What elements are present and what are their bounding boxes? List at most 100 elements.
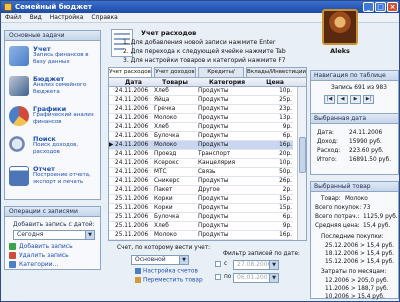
cell-product[interactable]: МТС [154,168,196,177]
task-report[interactable]: Отчет Построение отчета, экспорт и печат… [9,163,101,193]
table-row[interactable]: 24.11.2006 Яйца Продукты 25р. [109,96,293,105]
cell-product[interactable]: Молоко [154,231,196,240]
menu-view[interactable]: Вид [26,13,46,23]
cell-product[interactable]: Яйца [154,96,196,105]
cell-date[interactable]: 24.11.2006 [115,168,152,177]
cell-category[interactable]: Продукты [198,213,256,222]
table-row[interactable]: 24.11.2006 Хлеб Продукты 9р. [109,123,293,132]
task-search[interactable]: Поиск Поиск доходов, расходов [9,133,101,163]
cell-product[interactable]: Молоко [154,114,196,123]
first-record-icon[interactable]: |◀ [324,95,335,104]
cell-price[interactable]: 10р. [258,159,292,168]
table-row[interactable]: 24.11.2006 Гречка Продукты 23р. [109,105,293,114]
table-row[interactable]: 25.11.2006 Корки Продукты 15р. [109,204,293,213]
tab-deposits[interactable]: Вклады/Инвестиции [246,67,307,77]
cell-date[interactable]: 24.11.2006 [115,96,152,105]
cell-category[interactable]: Канцелярия [198,159,256,168]
cell-date[interactable]: 24.11.2006 [115,141,152,150]
filter-from-checkbox[interactable] [215,261,221,267]
cell-product[interactable]: Ксерокс [154,159,196,168]
cell-category[interactable]: Продукты [198,195,256,204]
menu-settings[interactable]: Настройка [46,13,88,23]
table-row[interactable]: 24.11.2006 Хлеб Продукты 10р. [109,87,293,96]
cell-price[interactable]: 10р. [258,87,292,96]
tab-income[interactable]: Учет доходов [154,67,196,77]
cell-product[interactable]: Проезд [154,150,196,159]
cell-date[interactable]: 25.11.2006 [115,213,152,222]
table-row[interactable]: ▶ 24.11.2006 Молоко Продукты 16р. [109,141,293,150]
cell-product[interactable]: Хлеб [154,222,196,231]
cell-date[interactable]: 25.11.2006 [115,204,152,213]
cell-date[interactable]: 24.11.2006 [115,177,152,186]
filter-to-checkbox[interactable] [215,274,221,280]
tab-credits[interactable]: Кредиты/Долги [198,67,244,84]
cell-price[interactable]: 6р. [258,132,292,141]
cell-price[interactable]: 16р. [258,141,292,150]
date-dropdown[interactable]: Сегодня ▼ [13,230,95,240]
close-button[interactable]: × [387,2,398,12]
cell-date[interactable]: 24.11.2006 [115,105,152,114]
table-row[interactable]: 24.11.2006 Пакет Другое 2р. [109,186,293,195]
table-row[interactable]: 25.11.2006 Хлеб Продукты 9р. [109,222,293,231]
cell-price[interactable]: 9р. [258,222,292,231]
task-budget[interactable]: Бюджет Анализ семейного бюджета [9,73,101,103]
delete-record-link[interactable]: Удалить запись [9,252,69,259]
cell-category[interactable]: Продукты [198,177,256,186]
table-row[interactable]: 24.11.2006 Булочка Продукты 6р. [109,132,293,141]
table-row[interactable]: 25.11.2006 Булочка Продукты 6р. [109,213,293,222]
table-row[interactable]: 24.11.2006 Проезд Транспорт 20р. [109,150,293,159]
cell-price[interactable]: 2р. [258,186,292,195]
account-settings-link[interactable]: Настройка счетов [135,268,198,275]
table-row[interactable]: 24.11.2006 Молоко Продукты 13р. [109,114,293,123]
cell-date[interactable]: 24.11.2006 [115,132,152,141]
last-record-icon[interactable]: ▶| [363,95,374,104]
cell-product[interactable]: Молоко [154,141,196,150]
cell-price[interactable]: 23р. [258,105,292,114]
cell-date[interactable]: 25.11.2006 [115,222,152,231]
col-price[interactable]: Цена [258,78,292,87]
cell-category[interactable]: Продукты [198,96,256,105]
minimize-button[interactable]: _ [363,2,374,12]
cell-product[interactable]: Сникерс [154,177,196,186]
table-row[interactable]: 25.11.2006 Корки Продукты 15р. [109,195,293,204]
cell-price[interactable]: 15р. [258,195,292,204]
cell-date[interactable]: 24.11.2006 [115,114,152,123]
task-charts[interactable]: Графики Графический анализ финансов [9,103,101,133]
cell-price[interactable]: 15р. [258,204,292,213]
scrollbar-thumb[interactable] [299,137,306,173]
task-ledger[interactable]: Учет Запись финансов в базу данных [9,43,101,73]
maximize-button[interactable]: □ [375,2,386,12]
cell-date[interactable]: 24.11.2006 [115,186,152,195]
cell-category[interactable]: Продукты [198,231,256,240]
filter-from-date[interactable]: 27.08.2006 ▼ [233,260,279,270]
cell-product[interactable]: Хлеб [154,87,196,96]
cell-price[interactable]: 9р. [258,123,292,132]
cell-date[interactable]: 24.11.2006 [115,150,152,159]
cell-product[interactable]: Корки [154,204,196,213]
cell-date[interactable]: 25.11.2006 [115,231,152,240]
cell-category[interactable]: Другое [198,186,256,195]
cell-category[interactable]: Продукты [198,141,256,150]
cell-price[interactable]: 50р. [258,168,292,177]
table-row[interactable]: 25.11.2006 Молоко Продукты 16р. [109,231,293,240]
cell-category[interactable]: Продукты [198,132,256,141]
cell-price[interactable]: 20р. [258,150,292,159]
cell-date[interactable]: 24.11.2006 [115,87,152,96]
cell-product[interactable]: Пакет [154,186,196,195]
cell-date[interactable]: 25.11.2006 [115,195,152,204]
col-date[interactable]: Дата [115,78,152,87]
cell-price[interactable]: 16р. [258,231,292,240]
move-product-link[interactable]: Переместить товар [135,277,203,284]
cell-category[interactable]: Продукты [198,105,256,114]
menu-file[interactable]: Файл [1,13,26,23]
cell-product[interactable]: Булочка [154,132,196,141]
cell-price[interactable]: 6р. [258,213,292,222]
cell-product[interactable]: Булочка [154,213,196,222]
account-dropdown[interactable]: Основной ▼ [131,255,189,265]
cell-category[interactable]: Транспорт [198,150,256,159]
categories-link[interactable]: Категории... [9,261,58,268]
add-record-link[interactable]: Добавить запись [9,243,73,250]
cell-category[interactable]: Продукты [198,123,256,132]
table-row[interactable]: 24.11.2006 Ксерокс Канцелярия 10р. [109,159,293,168]
prev-record-icon[interactable]: ◀ [337,95,348,104]
